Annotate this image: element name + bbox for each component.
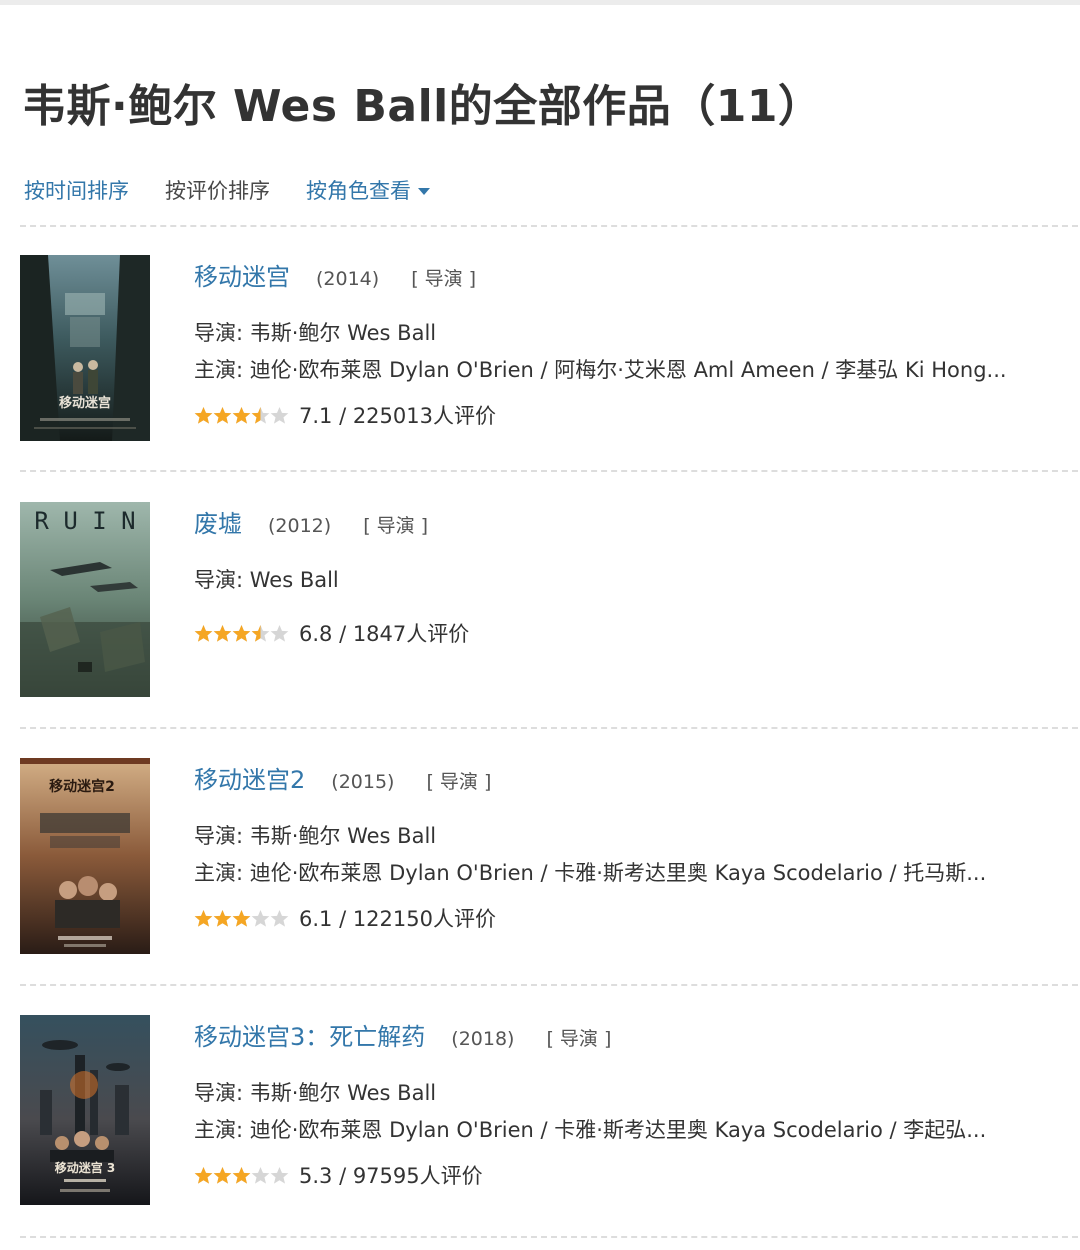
star-icon: [270, 1166, 289, 1184]
sort-bar: 按时间排序 按评价排序 按角色查看: [24, 170, 466, 210]
star-icon: [270, 406, 289, 424]
rating-row: 6.1 / 122150人评价: [194, 900, 1054, 936]
director-line: 导演: 韦斯·鲍尔 Wes Ball: [194, 1081, 437, 1105]
star-rating: [194, 1166, 289, 1185]
star-icon: [251, 909, 270, 927]
view-by-role-dropdown[interactable]: 按角色查看: [306, 175, 430, 205]
movie-title-link[interactable]: 移动迷宫3：死亡解药: [194, 1017, 425, 1052]
movie-item: 移动迷宫 3 移动迷宫3：死亡解药 (2018) [ 导演 ] 导演: 韦斯·鲍…: [20, 1015, 1060, 1210]
movie-title-link[interactable]: 移动迷宫: [194, 257, 290, 292]
sort-by-rating-link[interactable]: 按评价排序: [165, 175, 270, 205]
movie-poster[interactable]: 移动迷宫: [20, 255, 150, 441]
movie-poster[interactable]: 移动迷宫 3: [20, 1015, 150, 1205]
star-icon: [213, 406, 232, 424]
divider: [20, 727, 1078, 729]
director-line: 导演: 韦斯·鲍尔 Wes Ball: [194, 824, 437, 848]
movie-role: [ 导演 ]: [363, 515, 429, 537]
director-line: 导演: 韦斯·鲍尔 Wes Ball: [194, 321, 437, 345]
movie-info: 废墟 (2012) [ 导演 ] 导演: Wes Ball 6.8 / 1847…: [194, 502, 1054, 651]
star-rating: [194, 909, 289, 928]
director-line: 导演: Wes Ball: [194, 568, 339, 592]
caret-down-icon: [418, 187, 430, 195]
star-icon: [194, 406, 213, 424]
top-bar: [0, 0, 1080, 5]
star-icon: [251, 1166, 270, 1184]
title-row: 移动迷宫3：死亡解药 (2018) [ 导演 ]: [194, 1017, 1054, 1053]
movie-item: 移动迷宫 移动迷宫 (2014) [ 导演 ] 导演: 韦斯·鲍尔 Wes Ba…: [20, 255, 1060, 445]
star-icon: [251, 406, 270, 424]
star-rating: [194, 406, 289, 425]
star-rating: [194, 624, 289, 643]
movie-year: (2014): [316, 268, 380, 290]
movie-title-link[interactable]: 移动迷宫2: [194, 760, 305, 795]
title-row: 移动迷宫 (2014) [ 导演 ]: [194, 257, 1054, 293]
star-icon: [194, 909, 213, 927]
divider: [20, 1236, 1078, 1238]
star-icon: [213, 1166, 232, 1184]
rating-text: 6.8 / 1847人评价: [299, 622, 470, 646]
sort-by-time-link[interactable]: 按时间排序: [24, 175, 129, 205]
star-icon: [232, 1166, 251, 1184]
rating-text: 7.1 / 225013人评价: [299, 404, 496, 428]
star-icon: [232, 406, 251, 424]
movie-title-link[interactable]: 废墟: [194, 504, 242, 539]
star-icon: [251, 624, 270, 642]
star-icon: [213, 909, 232, 927]
movie-info: 移动迷宫2 (2015) [ 导演 ] 导演: 韦斯·鲍尔 Wes Ball 主…: [194, 758, 1054, 936]
divider: [20, 470, 1078, 472]
star-icon: [194, 624, 213, 642]
star-icon: [232, 624, 251, 642]
poster-title: R U I N: [34, 507, 135, 535]
movie-item: 移动迷宫2 移动迷宫2 (2015) [ 导演 ] 导演: 韦斯·鲍尔 Wes …: [20, 758, 1060, 958]
movie-role: [ 导演 ]: [426, 771, 492, 793]
divider: [20, 225, 1078, 227]
poster-title: 移动迷宫: [59, 395, 111, 411]
movie-item: R U I N 废墟 (2012) [ 导演 ] 导演: Wes Ball 6.…: [20, 502, 1060, 702]
rating-row: 5.3 / 97595人评价: [194, 1157, 1054, 1193]
rating-row: 6.8 / 1847人评价: [194, 615, 1054, 651]
cast-line: 主演: 迪伦·欧布莱恩 Dylan O'Brien / 阿梅尔·艾米恩 Aml …: [194, 358, 1007, 382]
cast-line: 主演: 迪伦·欧布莱恩 Dylan O'Brien / 卡雅·斯考达里奥 Kay…: [194, 861, 987, 885]
star-icon: [232, 909, 251, 927]
star-icon: [213, 624, 232, 642]
cast-line: 主演: 迪伦·欧布莱恩 Dylan O'Brien / 卡雅·斯考达里奥 Kay…: [194, 1118, 987, 1142]
star-icon: [270, 909, 289, 927]
page-title: 韦斯·鲍尔 Wes Ball的全部作品（11）: [22, 81, 823, 132]
divider: [20, 984, 1078, 986]
movie-role: [ 导演 ]: [546, 1028, 612, 1050]
star-icon: [270, 624, 289, 642]
title-row: 移动迷宫2 (2015) [ 导演 ]: [194, 760, 1054, 796]
movie-info: 移动迷宫3：死亡解药 (2018) [ 导演 ] 导演: 韦斯·鲍尔 Wes B…: [194, 1015, 1054, 1193]
movie-year: (2018): [451, 1028, 515, 1050]
movie-info: 移动迷宫 (2014) [ 导演 ] 导演: 韦斯·鲍尔 Wes Ball 主演…: [194, 255, 1054, 433]
title-row: 废墟 (2012) [ 导演 ]: [194, 504, 1054, 540]
movie-poster[interactable]: R U I N: [20, 502, 150, 697]
poster-title: 移动迷宫2: [49, 778, 115, 795]
movie-year: (2015): [331, 771, 395, 793]
rating-text: 6.1 / 122150人评价: [299, 907, 496, 931]
movie-role: [ 导演 ]: [411, 268, 477, 290]
rating-text: 5.3 / 97595人评价: [299, 1164, 483, 1188]
movie-year: (2012): [268, 515, 332, 537]
view-by-role-label: 按角色查看: [306, 179, 411, 203]
star-icon: [194, 1166, 213, 1184]
rating-row: 7.1 / 225013人评价: [194, 397, 1054, 433]
movie-poster[interactable]: 移动迷宫2: [20, 758, 150, 954]
poster-title: 移动迷宫 3: [55, 1160, 116, 1175]
